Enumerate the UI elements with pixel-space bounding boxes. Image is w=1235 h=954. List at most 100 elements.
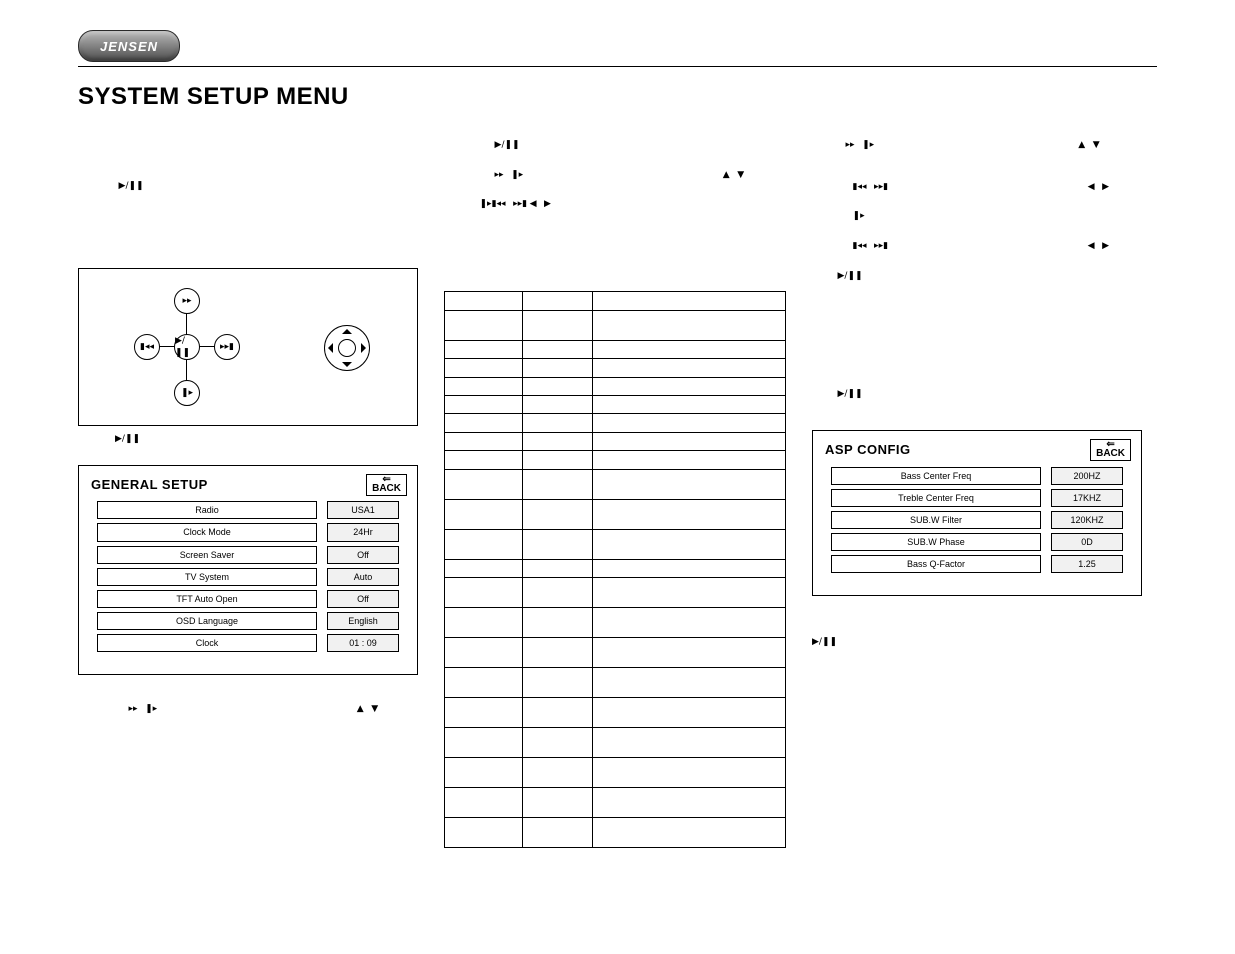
table-cell: Screen Saver <box>445 529 523 559</box>
diagram-prev-icon: ▮◂◂ <box>134 334 160 360</box>
asp-config-panel: ASP CONFIG ⇐ BACK Bass Center Freq200HZ T… <box>812 430 1142 596</box>
table-row: OffThe monitor will not automatically op… <box>445 697 786 727</box>
play-pause-icon: ▶/❚❚ <box>838 270 863 282</box>
table-cell: S.AMER1 <box>523 432 593 450</box>
play-pause-icon: ▶/❚❚ <box>115 433 140 445</box>
table-cell: PAL <box>523 608 593 638</box>
table-header: Function <box>593 292 786 310</box>
panel-row[interactable]: TFT Auto Open Off <box>97 590 399 608</box>
table-cell: OSD Language <box>445 727 523 757</box>
prev-icon: ▮◂◂ <box>492 198 506 210</box>
left-icon: ◀ <box>530 198 537 210</box>
table-cell: NTSC <box>523 578 593 608</box>
table-cell <box>445 559 523 577</box>
table-cell: Select English as the On Screen Display … <box>593 727 786 757</box>
panel-row[interactable]: Treble Center Freq17KHZ <box>831 489 1123 507</box>
table-row: S.AMER2 <box>445 451 786 469</box>
right-icon: ▶ <box>1102 181 1109 193</box>
body-text: highlighted cursor and select the featur… <box>444 121 786 133</box>
table-cell: -- <box>523 817 593 847</box>
body-text: Use the buttons shown below to navigate … <box>78 239 418 263</box>
panel-row[interactable]: TV SystemAuto <box>97 568 399 586</box>
body-text: Choose "0D" or "180D" to select the phas… <box>812 683 1142 707</box>
down-icon: ▼ <box>371 703 378 715</box>
panel-row-label: TFT Auto Open <box>97 590 317 608</box>
table-cell <box>445 432 523 450</box>
table-cell: TFT Auto Open <box>445 667 523 697</box>
body-text: When Bass is adjusted, the Q-factor dete… <box>812 729 1142 753</box>
text: 1. Press the <box>78 703 129 713</box>
table-cell: Select when a TV with the NTSC system is… <box>593 578 786 608</box>
right-icon: ▶ <box>1102 240 1109 252</box>
table-row: Clock--Clock mode determines clock displ… <box>445 817 786 847</box>
table-cell: Select Spanish as the On Screen Display … <box>593 757 786 787</box>
table-row: AutoAutomatically detect video system an… <box>445 638 786 668</box>
text: button on the remote control or move the… <box>160 703 357 713</box>
panel-row[interactable]: RadioUSA1 <box>97 501 399 519</box>
panel-row[interactable]: Clock Mode24Hr <box>97 523 399 541</box>
text: The Sub.W Filter option selects the cuto… <box>812 625 1131 635</box>
step-icon: ❚▸ <box>145 703 157 715</box>
fwd-icon: ▸▸ <box>495 169 504 181</box>
table-row: OSD LanguageEnglishSelect English as the… <box>445 727 786 757</box>
table-row: SpanishSelect Spanish as the On Screen D… <box>445 757 786 787</box>
panel-row[interactable]: Screen SaverOff <box>97 546 399 564</box>
table-row: PALSelect when a TV with the PAL system … <box>445 608 786 638</box>
text: button on the remote control or move the… <box>526 169 723 179</box>
panel-row-label: Clock <box>97 634 317 652</box>
panel-row[interactable]: SUB.W Filter120KHZ <box>831 511 1123 529</box>
down-icon: ▼ <box>737 169 744 181</box>
text: 4. Press <box>444 199 480 209</box>
panel-row[interactable]: Bass Q-Factor1.25 <box>831 555 1123 573</box>
table-cell <box>593 340 786 358</box>
panel-row-label: TV System <box>97 568 317 586</box>
back-button[interactable]: ⇐ BACK <box>1090 439 1131 461</box>
table-cell: French <box>523 787 593 817</box>
panel-row[interactable]: Clock01 : 09 <box>97 634 399 652</box>
down-icon: ▼ <box>1093 139 1100 151</box>
table-cell: S.AMER2 <box>523 451 593 469</box>
subsection-heading: Treble Center Frequency <box>812 370 1142 382</box>
step-icon: ❚▸ <box>853 210 865 222</box>
section-heading: General Setup Menu Features <box>444 274 786 286</box>
prev-icon: ▮◂◂ <box>853 181 867 193</box>
panel-title: GENERAL SETUP <box>91 476 405 494</box>
panel-row-value: Off <box>327 590 399 608</box>
table-row: JAPAN <box>445 396 786 414</box>
intro-paragraph: The System Setup menu contains the follo… <box>78 121 418 157</box>
table-cell <box>445 499 523 529</box>
panel-row[interactable]: OSD LanguageEnglish <box>97 612 399 630</box>
table-cell: The monitor will not automatically open … <box>593 697 786 727</box>
text: Press the <box>812 211 853 221</box>
subsection-heading: Bass Center Frequency <box>812 299 1142 311</box>
panel-title: ASP CONFIG <box>825 441 1129 459</box>
section-heading: Navigating System Setup Menus <box>78 222 418 234</box>
table-cell: Off <box>523 697 593 727</box>
table-cell: Radio <box>445 310 523 340</box>
text: to choose from the following crossover f… <box>812 637 1119 660</box>
back-button[interactable]: ⇐ BACK <box>366 474 407 496</box>
body-text: The Sub.W Filter option selects the cuto… <box>812 624 1142 661</box>
table-row: S.AMER1 <box>445 432 786 450</box>
diagram-line <box>186 359 187 381</box>
step-icon: ❚▸ <box>862 139 874 151</box>
up-icon: ▲ <box>357 703 364 715</box>
panel-row-label: OSD Language <box>97 612 317 630</box>
table-cell <box>593 432 786 450</box>
panel-row[interactable]: SUB.W Phase0D <box>831 533 1123 551</box>
panel-row-value: 24Hr <box>327 523 399 541</box>
body-text: To exit SETUP and resume normal playback… <box>444 245 786 269</box>
text: 2. Press the <box>444 139 495 149</box>
table-cell: On <box>523 529 593 559</box>
table-cell: USA3 <box>523 359 593 377</box>
body-text: Click the ▶/❚❚ button on a highlighted m… <box>78 432 418 457</box>
step-icon: ❚▸ <box>511 169 523 181</box>
panel-row[interactable]: Bass Center Freq200HZ <box>831 467 1123 485</box>
table-row: RadioUSA1Press >>| / |> to select betwee… <box>445 310 786 340</box>
body-text: Press the ▶/❚❚ button to PAUSE playback,… <box>78 180 418 217</box>
table-row: TFT Auto OpenOnThe monitor will automati… <box>445 667 786 697</box>
fwd-icon: ▸▸ <box>129 703 138 715</box>
table-cell <box>593 359 786 377</box>
text: Press the <box>812 241 853 251</box>
up-icon: ▲ <box>723 169 730 181</box>
